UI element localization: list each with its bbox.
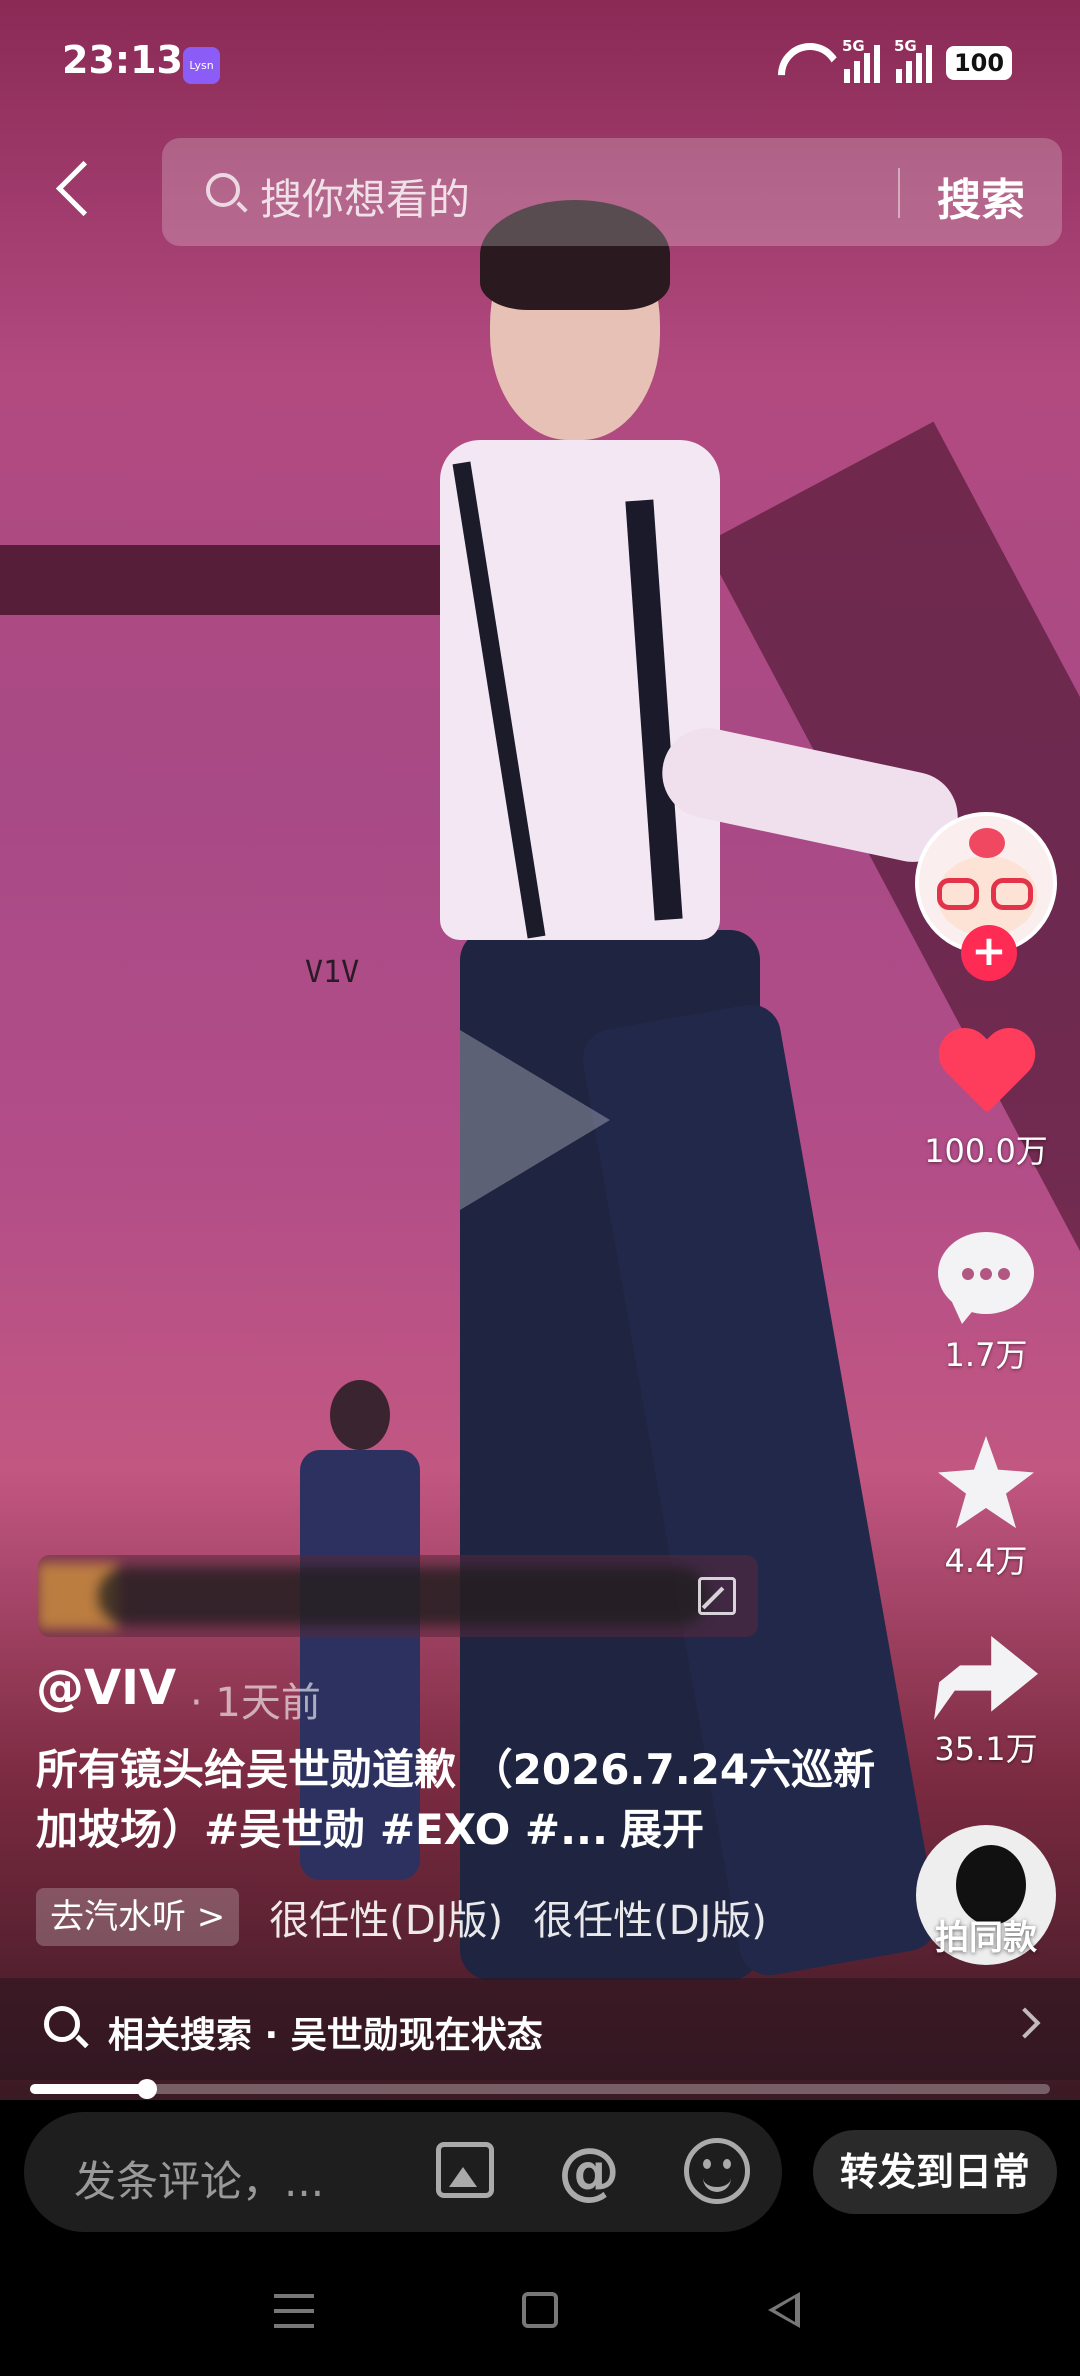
post-caption[interactable]: 所有镜头给吴世勋道歉 （2026.7.24六巡新加坡场）#吴世勋 #EXO #.…: [36, 1740, 896, 1860]
video-progress-bar[interactable]: [30, 2079, 1050, 2099]
search-bar[interactable]: 搜你想看的 搜索: [162, 138, 1062, 246]
wifi-icon: [778, 43, 828, 83]
star-icon: [938, 1436, 1034, 1529]
share-button[interactable]: 35.1万: [896, 1636, 1076, 1770]
video-watermark: V1V: [305, 955, 360, 990]
comment-bubble-icon: [938, 1232, 1034, 1324]
favorite-button[interactable]: 4.4万: [896, 1436, 1076, 1582]
status-time: 23:13: [62, 38, 183, 82]
music-title[interactable]: 很任性(DJ版): [269, 1888, 503, 1946]
chevron-right-icon: [1009, 2007, 1041, 2039]
music-row: 去汽水听 > 很任性(DJ版) 很任性(DJ版): [36, 1887, 767, 1947]
edit-icon[interactable]: [698, 1577, 736, 1615]
signal-icon-2: 5G: [894, 37, 932, 83]
back-triangle-icon[interactable]: [768, 2292, 800, 2328]
same-style-label[interactable]: 拍同款: [916, 1910, 1056, 1959]
listen-in-qishui-button[interactable]: 去汽水听 >: [36, 1888, 240, 1946]
at-mention-icon[interactable]: @: [558, 2134, 620, 2207]
post-time: · 1天前: [190, 1680, 321, 1726]
expand-button[interactable]: 展开: [620, 1805, 704, 1854]
search-divider: [898, 168, 900, 218]
blurred-banner[interactable]: [38, 1555, 758, 1637]
bottom-comment-bar: 发条评论，... @ 转发到日常: [0, 2100, 1080, 2250]
follow-plus-button[interactable]: +: [961, 925, 1017, 981]
search-icon: [206, 173, 240, 207]
author-name[interactable]: @VIV: [36, 1660, 176, 1716]
system-nav-bar: [0, 2250, 1080, 2376]
progress-fill: [30, 2084, 148, 2094]
emoji-icon[interactable]: [684, 2138, 750, 2204]
home-icon[interactable]: [522, 2292, 558, 2328]
play-icon[interactable]: [460, 1030, 610, 1210]
status-bar: 23:13 Lysn 5G 5G 100: [0, 0, 1080, 130]
related-search-bar[interactable]: 相关搜索 · 吴世勋现在状态: [0, 1978, 1080, 2080]
favorite-count: 4.4万: [944, 1542, 1028, 1580]
forward-to-daily-button[interactable]: 转发到日常: [813, 2130, 1057, 2214]
music-title-repeat[interactable]: 很任性(DJ版): [533, 1888, 767, 1946]
signal-icon: 5G: [842, 37, 880, 83]
image-icon[interactable]: [436, 2142, 494, 2198]
search-input[interactable]: 搜你想看的: [260, 166, 470, 227]
related-search-text: 相关搜索 · 吴世勋现在状态: [108, 2015, 543, 2056]
caption-text: 所有镜头给吴世勋道歉 （2026.7.24六巡新加坡场）#吴世勋 #EXO #.…: [36, 1745, 876, 1854]
like-count: 100.0万: [924, 1132, 1048, 1170]
comment-button[interactable]: 1.7万: [896, 1232, 1076, 1376]
heart-icon: [936, 1030, 1036, 1122]
comment-count: 1.7万: [944, 1336, 1028, 1374]
lysn-app-icon: Lysn: [183, 47, 220, 84]
share-arrow-icon: [934, 1636, 1038, 1720]
search-icon: [44, 2006, 80, 2042]
like-button[interactable]: 100.0万: [896, 1030, 1076, 1172]
network-type-label-2: 5G: [894, 37, 917, 55]
menu-icon[interactable]: [274, 2294, 314, 2328]
network-type-label: 5G: [842, 37, 865, 55]
battery-icon: 100: [946, 46, 1012, 80]
back-button[interactable]: [50, 155, 100, 225]
comment-placeholder: 发条评论，...: [74, 2157, 325, 2206]
comment-input[interactable]: 发条评论，... @: [24, 2112, 782, 2232]
search-button[interactable]: 搜索: [937, 164, 1025, 228]
share-count: 35.1万: [934, 1730, 1038, 1768]
